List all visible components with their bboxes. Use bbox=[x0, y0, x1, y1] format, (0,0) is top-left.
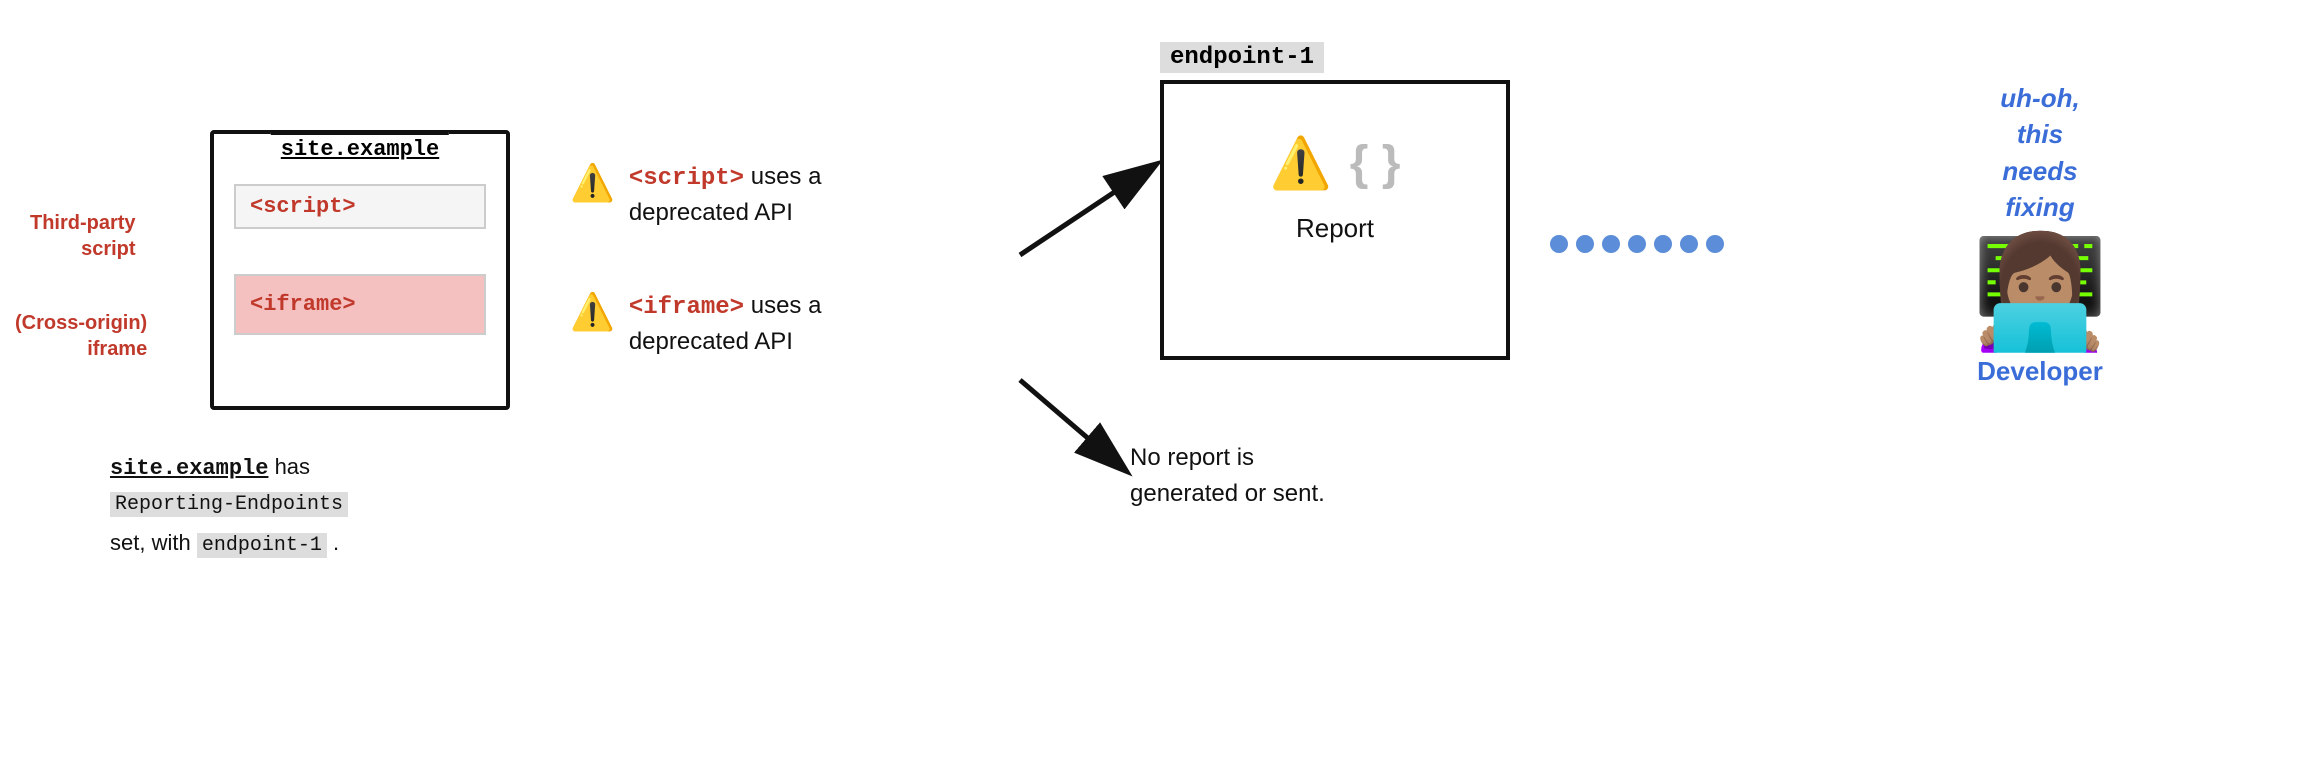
set-with-text: set, with bbox=[110, 530, 191, 555]
dot-4 bbox=[1628, 235, 1646, 253]
dotted-line bbox=[1550, 235, 1724, 253]
dev-emoji: 👩🏽‍💻 bbox=[1880, 238, 2200, 348]
period-text: . bbox=[333, 530, 339, 555]
site-example-box: site.example <script> <iframe> bbox=[210, 130, 510, 410]
warning-icon-1: ⚠️ bbox=[570, 162, 615, 204]
site-box-title: site.example bbox=[271, 132, 449, 164]
endpoint-label: endpoint-1 bbox=[1160, 42, 1324, 73]
dot-6 bbox=[1680, 235, 1698, 253]
endpoint-icons: ⚠️ { } bbox=[1164, 84, 1506, 193]
warning-text-2: <iframe> uses adeprecated API bbox=[629, 289, 822, 358]
diagram-container: Third-party script (Cross-origin) iframe… bbox=[0, 0, 2324, 762]
iframe-tag-warning: <iframe> bbox=[629, 294, 744, 321]
dot-5 bbox=[1654, 235, 1672, 253]
dot-2 bbox=[1576, 235, 1594, 253]
cross-origin-label: (Cross-origin) iframe bbox=[15, 310, 147, 362]
iframe-tag: <iframe> bbox=[234, 274, 486, 335]
dot-7 bbox=[1706, 235, 1724, 253]
developer-area: uh-oh,thisneedsfixing 👩🏽‍💻 Developer bbox=[1880, 80, 2200, 387]
dev-speech: uh-oh,thisneedsfixing bbox=[1880, 80, 2200, 226]
warning-item-2: ⚠️ <iframe> uses adeprecated API bbox=[570, 289, 1020, 358]
endpoint-box: ⚠️ { } Report bbox=[1160, 80, 1510, 360]
warning-icon-2: ⚠️ bbox=[570, 291, 615, 333]
site-bottom-text: site.example has Reporting-Endpoints set… bbox=[110, 450, 348, 561]
script-tag-warning: <script> bbox=[629, 165, 744, 192]
site-example-mono: site.example bbox=[110, 456, 268, 481]
dot-1 bbox=[1550, 235, 1568, 253]
third-party-label: Third-party script bbox=[30, 210, 136, 262]
warning-item-1: ⚠️ <script> uses adeprecated API bbox=[570, 160, 1020, 229]
endpoint-report-label: Report bbox=[1164, 213, 1506, 244]
dot-3 bbox=[1602, 235, 1620, 253]
warning-text-1: <script> uses adeprecated API bbox=[629, 160, 822, 229]
reporting-endpoints-mono: Reporting-Endpoints bbox=[110, 492, 348, 517]
warning-area: ⚠️ <script> uses adeprecated API ⚠️ <ifr… bbox=[570, 160, 1020, 418]
endpoint-1-mono: endpoint-1 bbox=[197, 533, 327, 558]
no-report-text: No report isgenerated or sent. bbox=[1130, 440, 1325, 512]
script-tag: <script> bbox=[234, 184, 486, 229]
site-has-text: has bbox=[275, 454, 310, 479]
endpoint-braces: { } bbox=[1350, 136, 1401, 191]
dev-label: Developer bbox=[1880, 356, 2200, 387]
endpoint-warn-icon: ⚠️ bbox=[1270, 134, 1332, 193]
